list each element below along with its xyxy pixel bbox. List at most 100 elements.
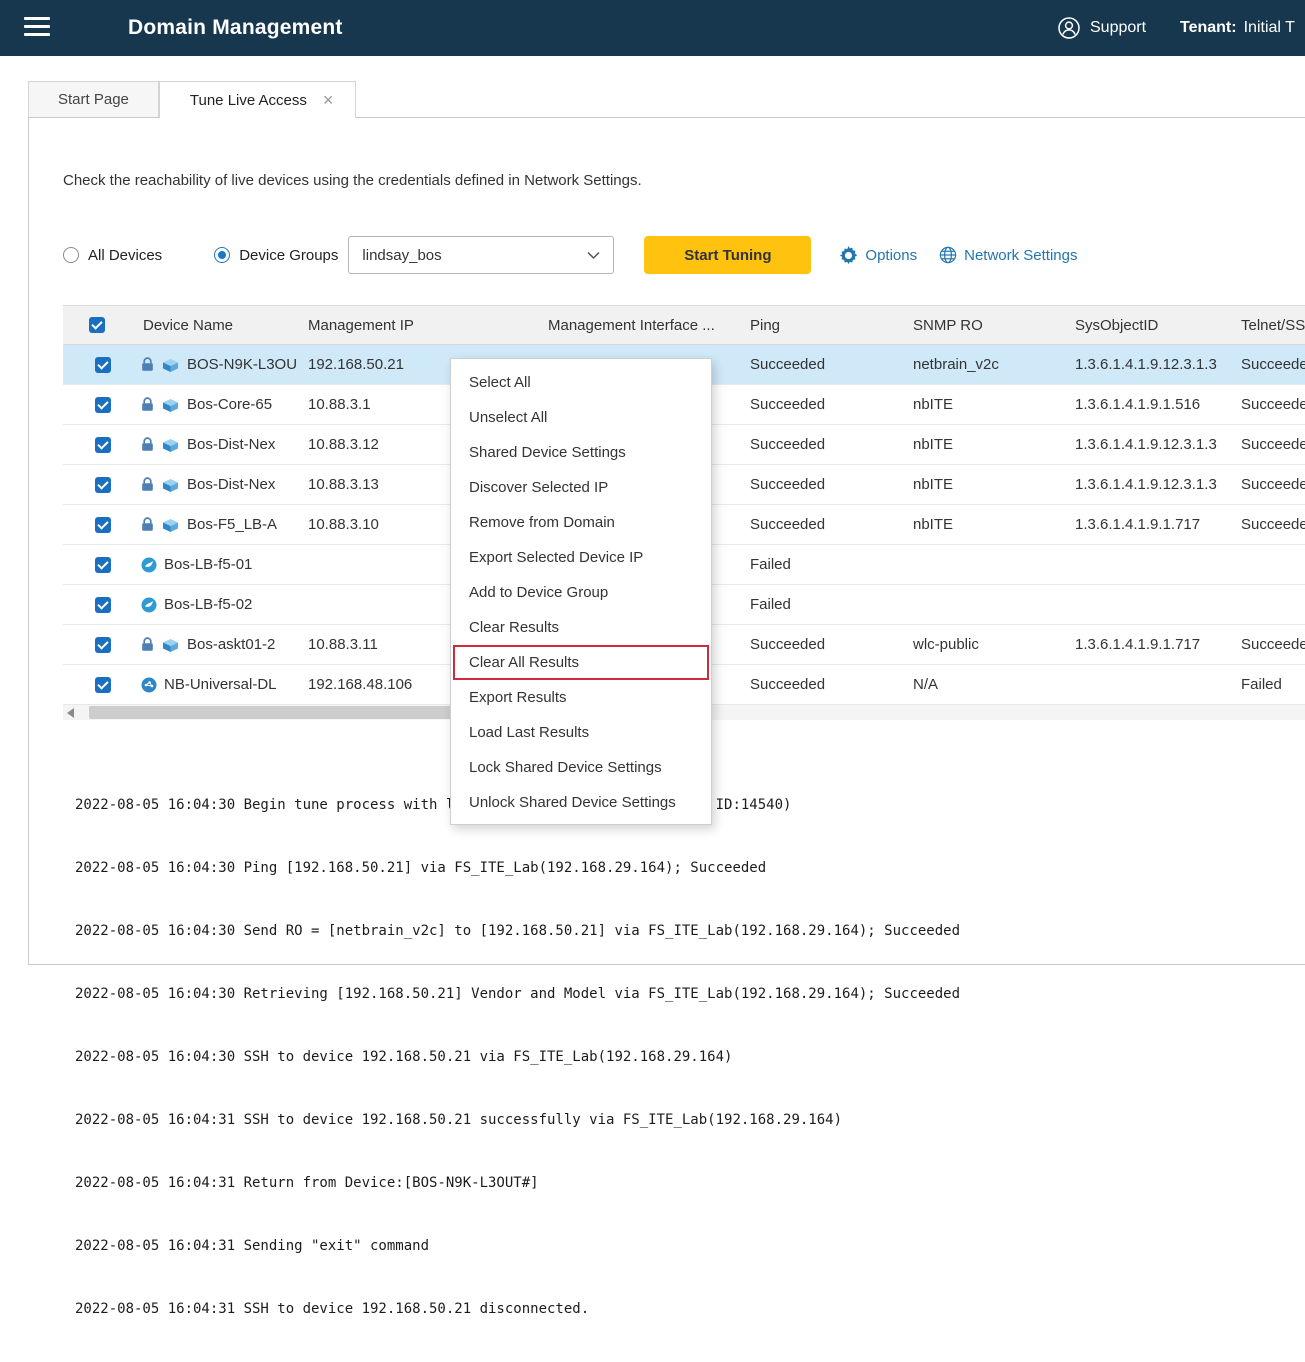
device-name: Bos-Dist-Nex: [187, 436, 275, 453]
header-management-interface[interactable]: Management Interface ...: [536, 306, 738, 344]
menu-item-unselect-all[interactable]: Unselect All: [451, 400, 711, 435]
device-name-cell: Bos-F5_LB-A: [131, 505, 296, 544]
header-snmp-ro[interactable]: SNMP RO: [901, 306, 1063, 344]
menu-item-shared-device-settings[interactable]: Shared Device Settings: [451, 435, 711, 470]
support-button[interactable]: Support: [1056, 0, 1146, 56]
sysobjectid-cell: [1063, 545, 1229, 584]
options-link[interactable]: Options: [839, 246, 917, 265]
device-name-cell: Bos-Dist-Nex: [131, 425, 296, 464]
sysobjectid-cell: [1063, 665, 1229, 704]
menu-item-remove-from-domain[interactable]: Remove from Domain: [451, 505, 711, 540]
row-checkbox[interactable]: [95, 517, 111, 533]
row-checkbox-cell: [63, 665, 131, 704]
device-icon: [161, 398, 180, 412]
start-tuning-button[interactable]: Start Tuning: [644, 236, 811, 274]
scrollbar-thumb[interactable]: [89, 706, 451, 719]
hamburger-menu-icon[interactable]: [24, 17, 50, 36]
f5-device-icon: [141, 597, 157, 613]
menu-item-load-last-results[interactable]: Load Last Results: [451, 715, 711, 750]
sysobjectid-cell: 1.3.6.1.4.1.9.12.3.1.3: [1063, 345, 1229, 384]
telnet-ssh-cell: Succeeded: [1229, 425, 1305, 464]
snmp-ro-cell: [901, 585, 1063, 624]
menu-item-export-results[interactable]: Export Results: [451, 680, 711, 715]
header-device-name[interactable]: Device Name: [131, 306, 296, 344]
menu-item-select-all[interactable]: Select All: [451, 365, 711, 400]
menu-item-add-to-device-group[interactable]: Add to Device Group: [451, 575, 711, 610]
row-checkbox[interactable]: [95, 557, 111, 573]
row-checkbox[interactable]: [95, 677, 111, 693]
f5-device-icon: [141, 557, 157, 573]
device-name: NB-Universal-DL: [164, 676, 277, 693]
snmp-ro-cell: nbITE: [901, 505, 1063, 544]
lock-icon: [141, 437, 154, 452]
close-tab-icon[interactable]: ×: [323, 91, 334, 109]
gear-icon: [839, 246, 858, 265]
network-settings-link[interactable]: Network Settings: [939, 246, 1077, 264]
sysobjectid-cell: 1.3.6.1.4.1.9.1.717: [1063, 505, 1229, 544]
menu-item-clear-results[interactable]: Clear Results: [451, 610, 711, 645]
row-checkbox[interactable]: [95, 357, 111, 373]
device-name: Bos-F5_LB-A: [187, 516, 277, 533]
header-management-ip[interactable]: Management IP: [296, 306, 536, 344]
menu-item-unlock-shared-device-settings[interactable]: Unlock Shared Device Settings: [451, 785, 711, 820]
header-ping[interactable]: Ping: [738, 306, 901, 344]
header-telnet-ssh[interactable]: Telnet/SSH: [1229, 306, 1305, 344]
log-line: 2022-08-05 16:04:31 SSH to device 192.16…: [75, 1299, 1305, 1320]
tab-start-page[interactable]: Start Page: [28, 81, 159, 117]
row-checkbox[interactable]: [95, 397, 111, 413]
snmp-ro-cell: wlc-public: [901, 625, 1063, 664]
scroll-left-arrow-icon[interactable]: [67, 708, 74, 718]
radio-device-groups[interactable]: Device Groups: [214, 247, 338, 264]
row-checkbox-cell: [63, 465, 131, 504]
ping-cell: Succeeded: [738, 665, 901, 704]
menu-item-discover-selected-ip[interactable]: Discover Selected IP: [451, 470, 711, 505]
chevron-down-icon: [587, 251, 600, 260]
telnet-ssh-cell: Succeeded: [1229, 385, 1305, 424]
menu-item-clear-all-results[interactable]: Clear All Results: [453, 645, 709, 680]
header-sysobjectid[interactable]: SysObjectID: [1063, 306, 1229, 344]
ping-cell: Succeeded: [738, 425, 901, 464]
ping-cell: Succeeded: [738, 345, 901, 384]
log-line: 2022-08-05 16:04:30 Ping [192.168.50.21]…: [75, 858, 1305, 879]
radio-all-devices-circle[interactable]: [63, 247, 79, 263]
menu-item-export-selected-device-ip[interactable]: Export Selected Device IP: [451, 540, 711, 575]
support-label: Support: [1090, 19, 1146, 37]
tab-tune-live-access[interactable]: Tune Live Access ×: [159, 81, 357, 118]
device-name-cell: Bos-Core-65: [131, 385, 296, 424]
device-name-cell: Bos-Dist-Nex: [131, 465, 296, 504]
device-icon: [161, 518, 180, 532]
row-checkbox[interactable]: [95, 437, 111, 453]
globe-icon: [939, 246, 957, 264]
radio-all-devices-label: All Devices: [88, 247, 162, 264]
ping-cell: Failed: [738, 545, 901, 584]
device-name-cell: NB-Universal-DL: [131, 665, 296, 704]
ping-cell: Succeeded: [738, 465, 901, 504]
device-name: Bos-askt01-2: [187, 636, 275, 653]
radio-device-groups-circle[interactable]: [214, 247, 230, 263]
row-checkbox[interactable]: [95, 597, 111, 613]
select-all-checkbox[interactable]: [89, 317, 105, 333]
network-settings-label: Network Settings: [964, 247, 1077, 264]
snmp-ro-cell: N/A: [901, 665, 1063, 704]
controls-row: All Devices Device Groups lindsay_bos St…: [63, 236, 1305, 274]
row-checkbox[interactable]: [95, 637, 111, 653]
device-group-select[interactable]: lindsay_bos: [348, 236, 614, 274]
snmp-ro-cell: [901, 545, 1063, 584]
device-name: BOS-N9K-L3OUT: [187, 356, 296, 373]
ping-cell: Succeeded: [738, 625, 901, 664]
telnet-ssh-cell: Succeeded: [1229, 625, 1305, 664]
device-group-select-value: lindsay_bos: [362, 247, 441, 264]
tenant-indicator[interactable]: Tenant: Initial T: [1180, 0, 1295, 56]
radio-all-devices[interactable]: All Devices: [63, 247, 162, 264]
select-all-cell: [63, 306, 131, 344]
menu-item-lock-shared-device-settings[interactable]: Lock Shared Device Settings: [451, 750, 711, 785]
log-line: 2022-08-05 16:04:31 Return from Device:[…: [75, 1173, 1305, 1194]
snmp-ro-cell: nbITE: [901, 465, 1063, 504]
device-name: Bos-LB-f5-01: [164, 556, 252, 573]
table-header-row: Device Name Management IP Management Int…: [63, 305, 1305, 345]
sysobjectid-cell: 1.3.6.1.4.1.9.1.516: [1063, 385, 1229, 424]
lock-icon: [141, 477, 154, 492]
row-checkbox-cell: [63, 545, 131, 584]
row-checkbox[interactable]: [95, 477, 111, 493]
device-icon: [161, 358, 180, 372]
